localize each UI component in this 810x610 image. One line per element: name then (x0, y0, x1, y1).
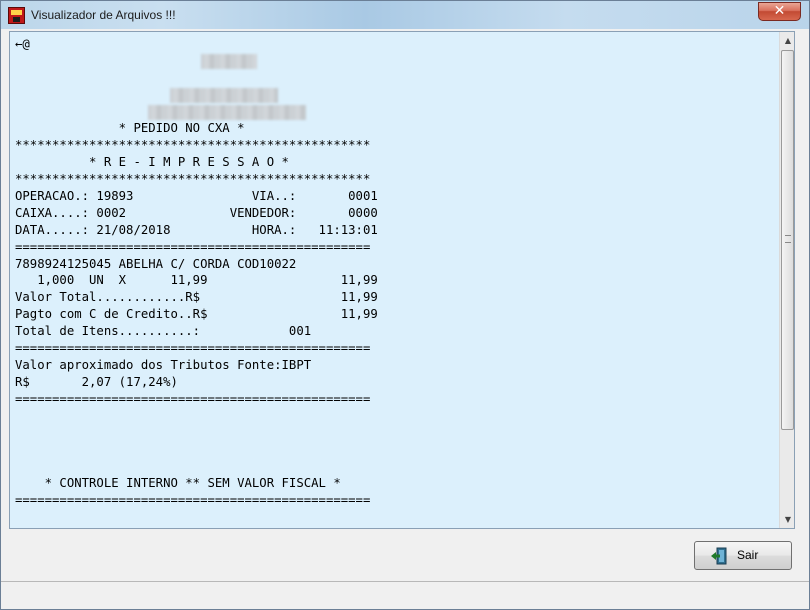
text-line: OPERACAO.: 19893 VIA..: 0001 (15, 189, 378, 204)
close-icon: ✕ (773, 3, 786, 19)
redacted-text (201, 53, 257, 69)
file-viewer-window: Visualizador de Arquivos !!! ✕ ←@ * PEDI… (0, 0, 810, 610)
title-bar[interactable]: Visualizador de Arquivos !!! ✕ (1, 1, 809, 29)
empty-line (15, 424, 378, 441)
redacted-line (15, 87, 378, 104)
close-button[interactable]: ✕ (758, 2, 801, 21)
scroll-down-arrow-icon[interactable]: ▼ (780, 511, 794, 528)
text-line: 7898924125045 ABELHA C/ CORDA COD10022 (15, 256, 297, 271)
exit-door-icon (711, 547, 727, 565)
text-line: 1,000 UN X 11,99 11,99 (15, 273, 378, 288)
empty-line (15, 441, 378, 458)
text-line: * CONTROLE INTERNO ** SEM VALOR FISCAL * (15, 476, 341, 491)
text-line: Valor aproximado dos Tributos Fonte:IBPT (15, 357, 312, 372)
redacted-text (170, 87, 278, 103)
grip-icon (785, 235, 791, 243)
text-line: * R E - I M P R E S S A O * (15, 155, 289, 170)
receipt-text: ←@ * PEDIDO NO CXA * *******************… (15, 36, 378, 509)
text-line: ****************************************… (15, 172, 371, 187)
text-line: DATA.....: 21/08/2018 HORA.: 11:13:01 (15, 222, 378, 237)
text-line: ========================================… (15, 239, 371, 254)
text-line: * PEDIDO NO CXA * (15, 121, 245, 136)
scroll-up-arrow-icon[interactable]: ▲ (780, 32, 794, 49)
text-line: Pagto com C de Credito..R$ 11,99 (15, 307, 378, 322)
app-icon (8, 7, 25, 24)
text-line: Total de Itens..........: 001 (15, 324, 312, 339)
empty-line (15, 70, 378, 87)
window-title: Visualizador de Arquivos !!! (31, 8, 176, 22)
sair-label: Sair (737, 548, 759, 562)
text-line: ========================================… (15, 391, 371, 406)
empty-line (15, 408, 378, 425)
text-line: ←@ (15, 37, 30, 51)
button-panel (1, 531, 809, 581)
text-line: CAIXA....: 0002 VENDEDOR: 0000 (15, 205, 378, 220)
redacted-line (15, 53, 378, 70)
redacted-text (148, 104, 306, 120)
text-line: Valor Total............R$ 11,99 (15, 290, 378, 305)
status-bar (1, 582, 809, 609)
empty-line (15, 458, 378, 475)
document-view[interactable]: ←@ * PEDIDO NO CXA * *******************… (9, 31, 795, 529)
vertical-scrollbar[interactable]: ▲ ▼ (779, 32, 794, 528)
scrollbar-thumb[interactable] (781, 50, 794, 430)
text-line: ****************************************… (15, 138, 371, 153)
text-line: ========================================… (15, 493, 371, 508)
redacted-line (15, 104, 378, 121)
sair-button[interactable]: Sair (694, 541, 792, 570)
text-line: ========================================… (15, 341, 371, 356)
text-line: R$ 2,07 (17,24%) (15, 374, 178, 389)
